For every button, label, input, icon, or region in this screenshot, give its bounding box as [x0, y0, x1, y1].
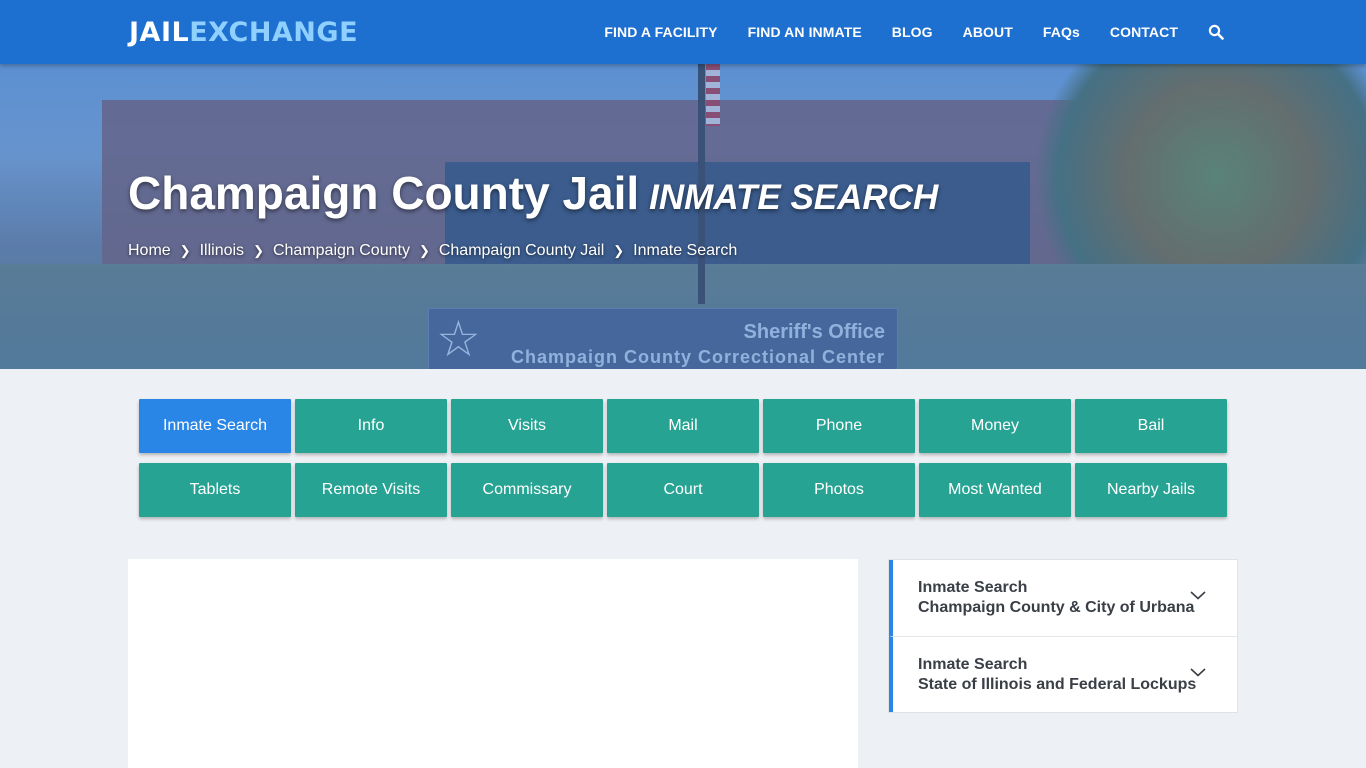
nav-contact[interactable]: CONTACT — [1110, 24, 1178, 40]
page-title-main: Champaign County Jail — [128, 167, 640, 219]
top-navbar: JAILEXCHANGE FIND A FACILITY FIND AN INM… — [0, 0, 1366, 64]
btn-mail[interactable]: Mail — [607, 399, 759, 453]
facility-button-grid: Inmate Search Info Visits Mail Phone Mon… — [139, 399, 1229, 517]
search-icon[interactable] — [1208, 24, 1224, 40]
breadcrumb-county[interactable]: Champaign County — [273, 242, 410, 260]
breadcrumb-state[interactable]: Illinois — [200, 242, 244, 260]
btn-remote-visits[interactable]: Remote Visits — [295, 463, 447, 517]
chevron-down-icon — [1190, 668, 1206, 677]
btn-photos[interactable]: Photos — [763, 463, 915, 517]
sidebar-item-state-search[interactable]: Inmate Search State of Illinois and Fede… — [889, 636, 1237, 712]
sidebar-item-county-search[interactable]: Inmate Search Champaign County & City of… — [889, 560, 1237, 636]
btn-info[interactable]: Info — [295, 399, 447, 453]
main-content-panel — [128, 559, 858, 768]
breadcrumb-jail[interactable]: Champaign County Jail — [439, 242, 604, 260]
btn-tablets[interactable]: Tablets — [139, 463, 291, 517]
nav-blog[interactable]: BLOG — [892, 24, 933, 40]
btn-phone[interactable]: Phone — [763, 399, 915, 453]
nav-find-inmate[interactable]: FIND AN INMATE — [748, 24, 862, 40]
btn-money[interactable]: Money — [919, 399, 1071, 453]
breadcrumb: Home ❯ Illinois ❯ Champaign County ❯ Cha… — [128, 242, 737, 260]
btn-court[interactable]: Court — [607, 463, 759, 517]
btn-nearby-jails[interactable]: Nearby Jails — [1075, 463, 1227, 517]
breadcrumb-home[interactable]: Home — [128, 242, 171, 260]
chevron-right-icon: ❯ — [179, 243, 191, 258]
btn-inmate-search[interactable]: Inmate Search — [139, 399, 291, 453]
chevron-right-icon: ❯ — [418, 243, 430, 258]
chevron-right-icon: ❯ — [613, 243, 625, 258]
main-menu: FIND A FACILITY FIND AN INMATE BLOG ABOU… — [574, 0, 1224, 64]
nav-find-facility[interactable]: FIND A FACILITY — [604, 24, 717, 40]
sidebar-search-links: Inmate Search Champaign County & City of… — [888, 559, 1238, 713]
logo-part1: JAIL — [129, 17, 190, 48]
page-title: Champaign County Jail INMATE SEARCH — [128, 166, 938, 220]
btn-visits[interactable]: Visits — [451, 399, 603, 453]
page-title-sub: INMATE SEARCH — [649, 178, 939, 217]
nav-about[interactable]: ABOUT — [963, 24, 1013, 40]
hero-banner: Sheriff's Office Champaign County Correc… — [0, 64, 1366, 369]
chevron-right-icon: ❯ — [253, 243, 264, 258]
logo-part2: EXCHANGE — [189, 17, 359, 48]
chevron-down-icon — [1190, 591, 1206, 600]
btn-bail[interactable]: Bail — [1075, 399, 1227, 453]
nav-faqs[interactable]: FAQs — [1043, 24, 1080, 40]
btn-commissary[interactable]: Commissary — [451, 463, 603, 517]
breadcrumb-current: Inmate Search — [633, 242, 738, 259]
site-logo[interactable]: JAILEXCHANGE — [129, 17, 358, 48]
btn-most-wanted[interactable]: Most Wanted — [919, 463, 1071, 517]
